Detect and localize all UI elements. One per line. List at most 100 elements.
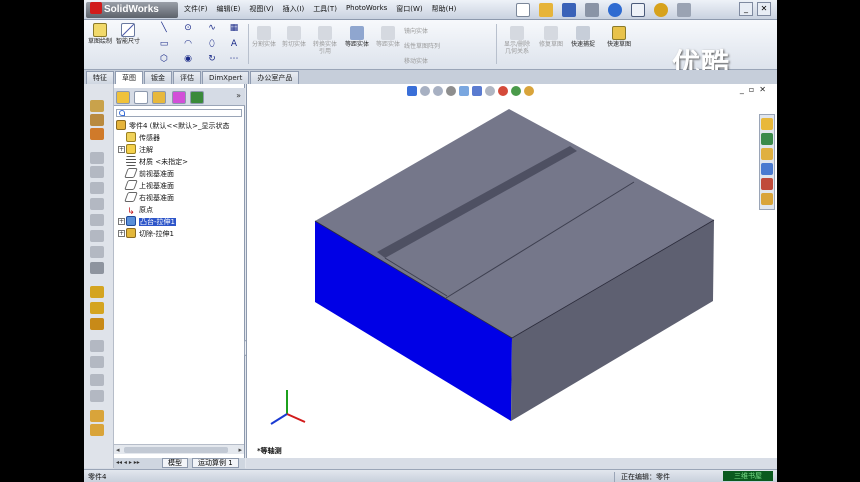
graphics-area[interactable]: _▫✕ *等轴测 <box>246 84 777 458</box>
trim-entities-button[interactable]: 剪切实体 <box>282 26 306 48</box>
chevron-right-icon[interactable]: » <box>236 91 241 100</box>
smart-dimension-button[interactable]: 智能尺寸 <box>114 23 142 45</box>
rib-icon[interactable] <box>90 214 104 226</box>
minimize-icon[interactable]: _ <box>739 2 753 16</box>
menu-photoworks[interactable]: PhotoWorks <box>346 4 387 14</box>
sketch-button[interactable]: 草图绘制 <box>88 23 112 45</box>
shell-icon[interactable] <box>90 230 104 242</box>
polygon-icon[interactable]: ⬡ <box>158 54 170 64</box>
grid-icon[interactable]: ▦ <box>228 23 240 33</box>
offset-entities-button[interactable]: 等距实体 <box>344 26 370 48</box>
display-relations-button[interactable]: 显示/删除几何关系 <box>502 26 532 55</box>
configuration-manager-tab-icon[interactable] <box>152 91 166 104</box>
dimxpert-manager-tab-icon[interactable] <box>172 91 186 104</box>
menu-insert[interactable]: 插入(I) <box>283 4 305 14</box>
resources-icon[interactable] <box>761 118 773 130</box>
centerline-icon[interactable]: ⋯ <box>228 54 240 64</box>
new-doc-icon[interactable] <box>516 3 530 17</box>
menu-file[interactable]: 文件(F) <box>184 4 208 14</box>
text-icon[interactable]: A <box>228 39 240 49</box>
quick-snaps-button[interactable]: 快速捕捉 <box>570 26 596 48</box>
instant3d-icon[interactable] <box>90 356 104 368</box>
tree-item-front-plane[interactable]: 前视基准面 <box>124 168 174 180</box>
tab-sketch[interactable]: 草图 <box>115 71 143 84</box>
measure-icon[interactable] <box>90 374 104 386</box>
undo-icon[interactable] <box>608 3 622 17</box>
appearance-icon[interactable] <box>90 410 104 422</box>
options-icon[interactable] <box>677 3 691 17</box>
app-logo[interactable]: SolidWorks <box>86 2 178 18</box>
tree-item-top-plane[interactable]: 上视基准面 <box>124 180 174 192</box>
menu-tools[interactable]: 工具(T) <box>313 4 337 14</box>
convert-entities-button[interactable]: 转换实体引用 <box>312 26 338 55</box>
scroll-left-icon[interactable]: ◂ <box>116 446 120 454</box>
open-icon[interactable] <box>539 3 553 17</box>
sweep-icon[interactable] <box>90 128 104 140</box>
cut-icon[interactable] <box>90 166 104 178</box>
arc-icon[interactable]: ◠ <box>182 39 194 49</box>
tree-item-cut-extrude1[interactable]: 切除-拉伸1 <box>126 228 174 240</box>
extrude-boss-icon[interactable] <box>90 100 104 112</box>
menu-edit[interactable]: 编辑(E) <box>217 4 241 14</box>
tab-evaluate[interactable]: 评估 <box>173 71 201 84</box>
feature-manager-tab-icon[interactable] <box>116 91 130 104</box>
scroll-right-icon[interactable]: ▸ <box>238 446 242 454</box>
point-icon[interactable]: ◉ <box>182 54 194 64</box>
section-view-icon[interactable] <box>90 390 104 402</box>
tree-item-origin[interactable]: ↳ 原点 <box>126 204 153 217</box>
tree-horizontal-scrollbar[interactable]: ◂ ▸ <box>114 444 244 454</box>
tab-sheet-metal[interactable]: 钣金 <box>144 71 172 84</box>
menu-help[interactable]: 帮助(H) <box>432 4 457 14</box>
custom-properties-icon[interactable] <box>761 193 773 205</box>
mirror-feature-icon[interactable] <box>90 302 104 314</box>
repair-sketch-button[interactable]: 修复草图 <box>538 26 564 48</box>
mirror-entities-item[interactable]: 镜向实体 <box>404 26 428 35</box>
revolve-icon[interactable] <box>90 114 104 126</box>
part-model[interactable] <box>314 109 715 421</box>
search-icon[interactable] <box>761 163 773 175</box>
line-icon[interactable]: ╲ <box>158 23 170 33</box>
draft-icon[interactable] <box>90 246 104 258</box>
move-entities-item[interactable]: 移动实体 <box>404 56 428 65</box>
tree-root-part[interactable]: 零件4 (默认<<默认>_显示状态 <box>116 120 230 132</box>
loft-icon[interactable] <box>90 152 104 164</box>
tab-features[interactable]: 特征 <box>86 71 114 84</box>
fillet-icon[interactable]: ↻ <box>206 54 218 64</box>
scroll-thumb[interactable] <box>124 447 228 453</box>
tree-item-annotations[interactable]: 注解 <box>126 144 153 156</box>
chamfer-icon[interactable] <box>90 198 104 210</box>
curves-icon[interactable] <box>90 340 104 352</box>
split-entities-button[interactable]: 分割实体 <box>252 26 276 48</box>
menu-view[interactable]: 视图(V) <box>249 4 273 14</box>
tree-item-sensors[interactable]: 传感器 <box>126 132 160 144</box>
menu-window[interactable]: 窗口(W) <box>396 4 422 14</box>
expand-cut-extrude-icon[interactable]: + <box>118 230 125 237</box>
ellipse-icon[interactable]: ⬯ <box>206 39 218 49</box>
close-icon[interactable]: ✕ <box>757 2 771 16</box>
select-icon[interactable] <box>631 3 645 17</box>
rapid-sketch-button[interactable]: 快速草图 <box>606 26 632 48</box>
fillet-feature-icon[interactable] <box>90 182 104 194</box>
property-manager-tab-icon[interactable] <box>134 91 148 104</box>
tab-model[interactable]: 模型 <box>162 458 188 468</box>
expand-boss-extrude-icon[interactable]: + <box>118 218 125 225</box>
reference-geometry-icon[interactable] <box>90 318 104 330</box>
tab-dimxpert[interactable]: DimXpert <box>202 71 250 84</box>
tab-nav-arrows-icon[interactable]: ◂◂ ◂ ▸ ▸▸ <box>116 459 140 466</box>
tab-office-products[interactable]: 办公室产品 <box>250 71 300 84</box>
pattern-icon[interactable] <box>90 286 104 298</box>
design-library-icon[interactable] <box>761 133 773 145</box>
linear-sketch-pattern-item[interactable]: 线性草图阵列 <box>404 41 440 50</box>
tree-item-boss-extrude1[interactable]: 凸台-拉伸1 <box>126 216 176 228</box>
expand-annotations-icon[interactable]: + <box>118 146 125 153</box>
print-icon[interactable] <box>585 3 599 17</box>
scene-icon[interactable] <box>90 424 104 436</box>
feature-filter-input[interactable] <box>116 109 242 117</box>
view-palette-icon[interactable] <box>761 178 773 190</box>
rectangle-icon[interactable]: ▭ <box>158 39 170 49</box>
circle-icon[interactable]: ⊙ <box>182 23 194 33</box>
tab-motion-study-1[interactable]: 运动算例 1 <box>192 458 239 468</box>
tree-item-right-plane[interactable]: 右视基准面 <box>124 192 174 204</box>
rebuild-icon[interactable] <box>654 3 668 17</box>
hole-icon[interactable] <box>90 262 104 274</box>
